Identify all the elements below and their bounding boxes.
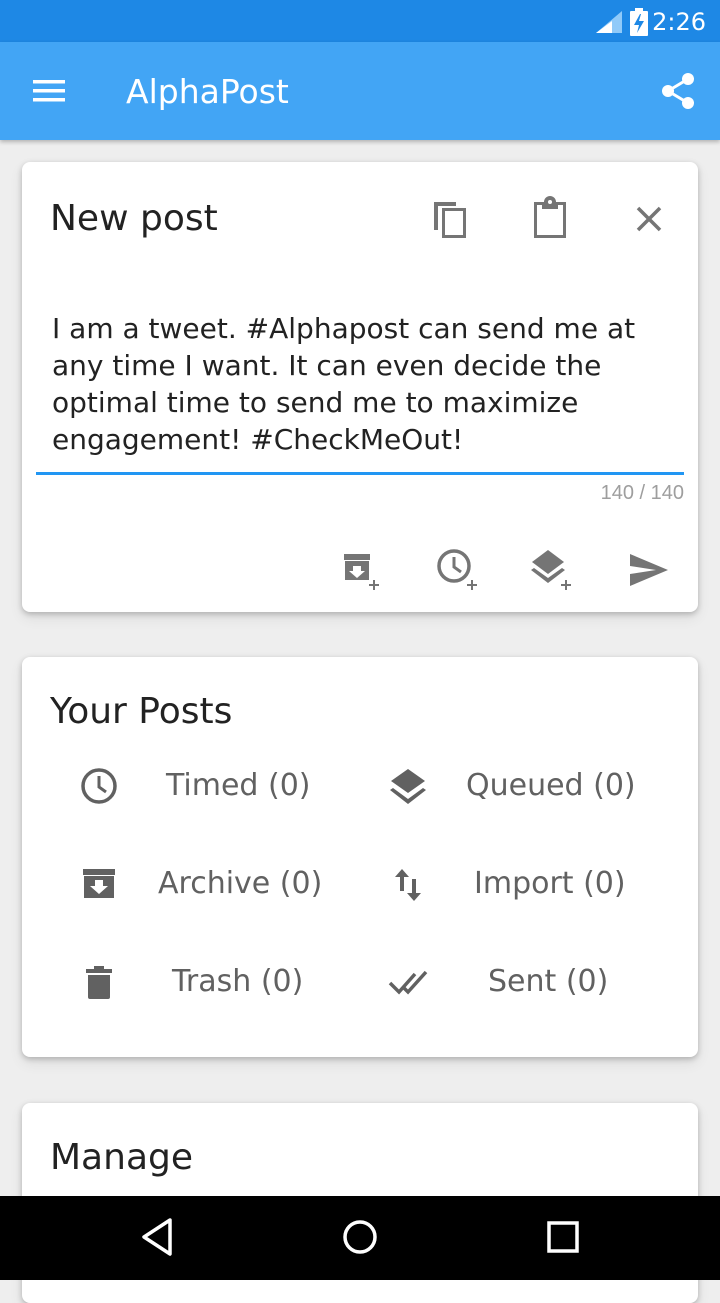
sent-posts-item[interactable]: Sent (0) [388, 953, 668, 1013]
status-bar: 2:26 [0, 0, 720, 42]
archive-icon [83, 869, 115, 898]
post-input-underline [36, 472, 684, 475]
your-posts-title: Your Posts [50, 691, 233, 732]
your-posts-card: Your Posts Timed (0) Queued (0) Archive … [22, 657, 698, 1057]
home-icon[interactable] [340, 1216, 380, 1258]
queue-add-icon[interactable] [530, 548, 576, 594]
archive-add-icon[interactable] [340, 550, 384, 594]
app-bar: AlphaPost [0, 42, 720, 140]
new-post-card: New post I am a tweet. #Alphapost can se… [22, 162, 698, 612]
import-posts-label: Import (0) [474, 866, 626, 901]
send-icon[interactable] [628, 552, 670, 588]
double-check-icon [388, 970, 428, 995]
archive-posts-item[interactable]: Archive (0) [80, 855, 340, 915]
share-icon[interactable] [660, 72, 696, 110]
timed-posts-item[interactable]: Timed (0) [80, 757, 340, 817]
schedule-add-icon[interactable] [436, 548, 482, 594]
new-post-title: New post [50, 198, 218, 239]
copy-icon[interactable] [430, 198, 470, 240]
signal-icon [596, 11, 622, 33]
timed-posts-label: Timed (0) [166, 768, 311, 803]
trash-posts-item[interactable]: Trash (0) [80, 953, 340, 1013]
manage-title: Manage [50, 1137, 193, 1178]
import-posts-item[interactable]: Import (0) [388, 855, 668, 915]
clock-icon [81, 768, 117, 804]
import-arrows-icon [395, 869, 421, 901]
app-title: AlphaPost [126, 72, 289, 111]
character-counter: 140 / 140 [600, 482, 684, 504]
battery-charging-icon [630, 8, 648, 36]
queued-posts-item[interactable]: Queued (0) [388, 757, 668, 817]
status-time: 2:26 [652, 8, 706, 36]
recent-apps-icon[interactable] [544, 1216, 582, 1258]
menu-icon[interactable] [30, 76, 68, 106]
trash-icon [86, 966, 112, 999]
trash-posts-label: Trash (0) [172, 964, 304, 999]
layers-icon [390, 769, 426, 804]
sent-posts-label: Sent (0) [488, 964, 609, 999]
system-navigation-bar [0, 1196, 720, 1280]
archive-posts-label: Archive (0) [158, 866, 323, 901]
paste-icon[interactable] [530, 196, 570, 240]
post-text-input[interactable]: I am a tweet. #Alphapost can send me at … [52, 310, 662, 458]
back-icon[interactable] [140, 1216, 176, 1258]
queued-posts-label: Queued (0) [466, 768, 636, 803]
close-icon[interactable] [634, 204, 664, 234]
